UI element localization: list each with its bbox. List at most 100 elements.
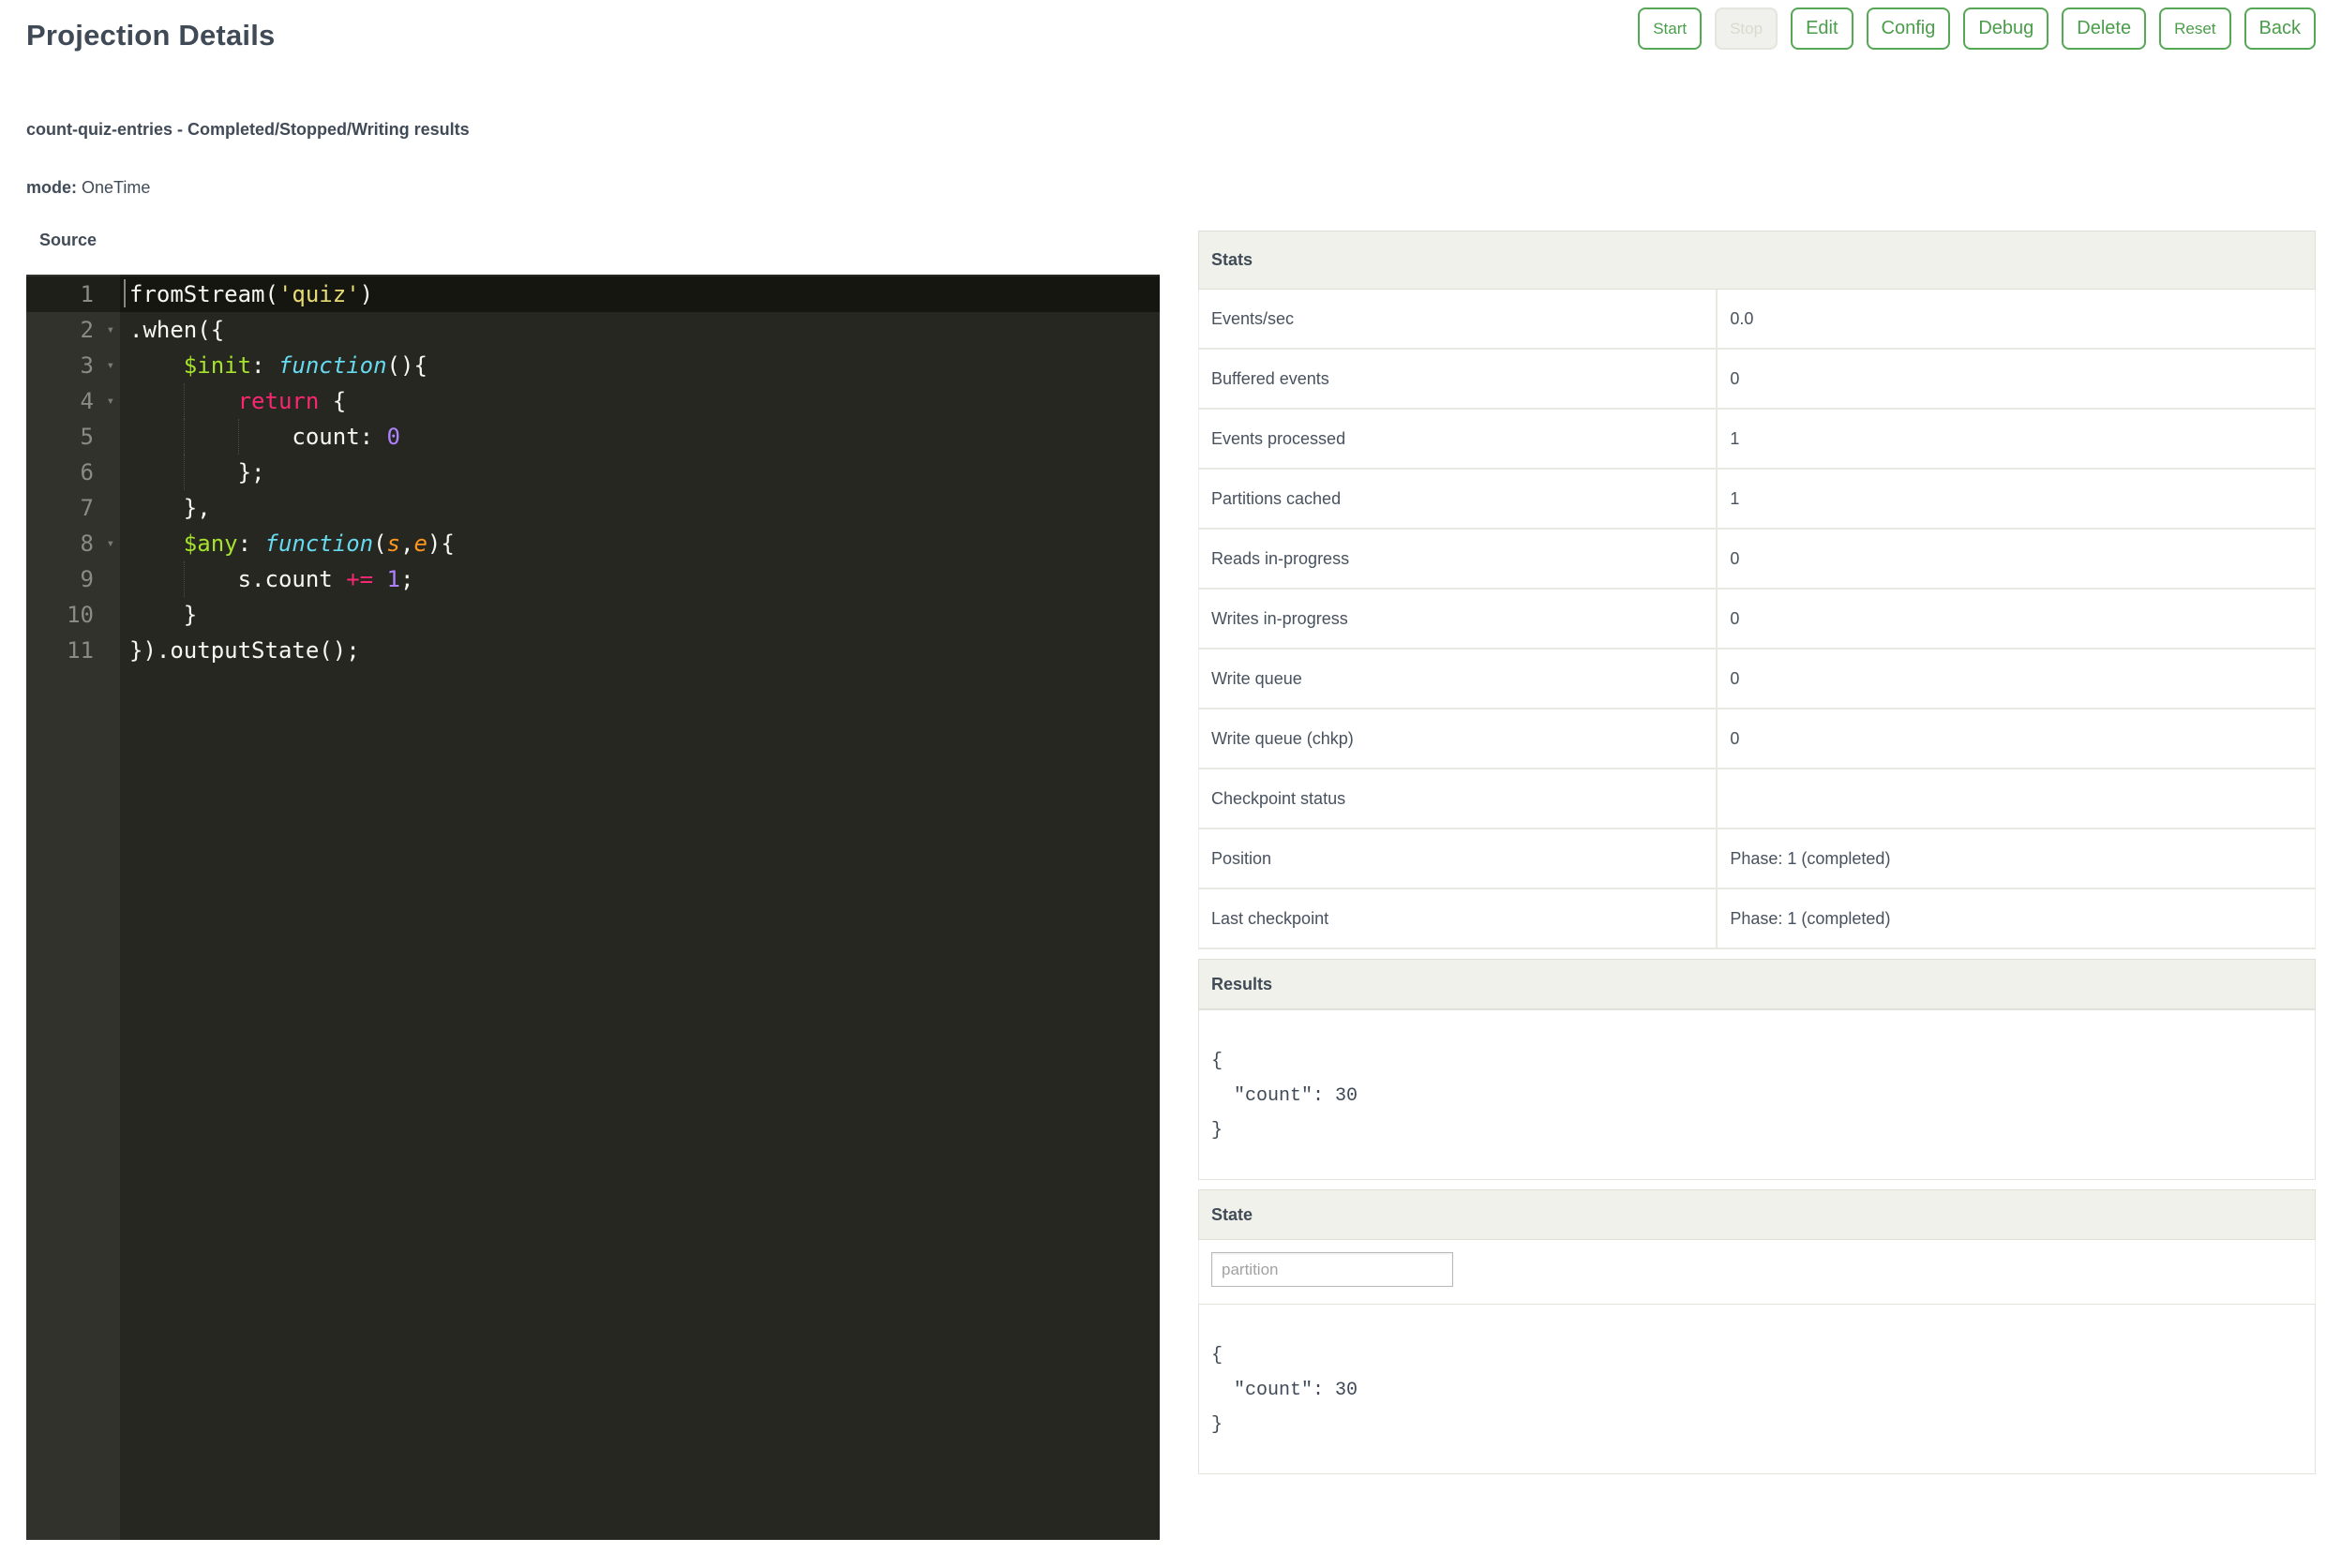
code-line-10: 10} — [26, 597, 1160, 633]
code-line-9: 9s.count += 1; — [26, 561, 1160, 597]
line-number: 8▾ — [26, 526, 120, 561]
line-number: 4▾ — [26, 383, 120, 419]
projection-name-status: count-quiz-entries - Completed/Stopped/W… — [26, 120, 2316, 140]
fold-toggle-icon[interactable]: ▾ — [107, 383, 114, 419]
mode-value: OneTime — [82, 178, 150, 197]
code-text: }, — [120, 490, 211, 526]
edit-button[interactable]: Edit — [1791, 7, 1853, 50]
stat-row: Writes in-progress0 — [1198, 590, 2316, 650]
stat-label: Events/sec — [1199, 290, 1718, 348]
indent-guide — [129, 419, 184, 455]
fold-toggle-icon[interactable]: ▾ — [107, 312, 114, 348]
stat-label: Events processed — [1199, 410, 1718, 468]
stat-label: Last checkpoint — [1199, 889, 1718, 948]
stat-value — [1718, 769, 1730, 828]
code-line-11: 11}).outputState(); — [26, 633, 1160, 668]
stat-value: 1 — [1718, 410, 1739, 468]
stat-value: 0 — [1718, 709, 1739, 768]
code-line-4: 4▾return { — [26, 383, 1160, 419]
state-title: State — [1211, 1205, 1253, 1225]
stat-row: Events processed1 — [1198, 410, 2316, 470]
results-section-header: Results — [1198, 959, 2316, 1009]
stat-value: 0 — [1718, 650, 1739, 708]
code-line-7: 7}, — [26, 490, 1160, 526]
stat-value: Phase: 1 (completed) — [1718, 889, 1890, 948]
config-button[interactable]: Config — [1867, 7, 1951, 50]
stat-row: Write queue (chkp)0 — [1198, 709, 2316, 769]
line-number: 11 — [26, 633, 120, 668]
source-code-editor[interactable]: 1fromStream('quiz')2▾.when({3▾$init: fun… — [26, 275, 1160, 1540]
start-button[interactable]: Start — [1638, 7, 1702, 50]
stat-label: Write queue — [1199, 650, 1718, 708]
code-line-2: 2▾.when({ — [26, 312, 1160, 348]
stat-row: PositionPhase: 1 (completed) — [1198, 829, 2316, 889]
line-number: 5 — [26, 419, 120, 455]
content-columns: Source 1fromStream('quiz')2▾.when({3▾$in… — [26, 231, 2316, 1540]
stat-value: 0 — [1718, 350, 1739, 408]
debug-button[interactable]: Debug — [1963, 7, 2048, 50]
top-bar: Projection Details Start Stop Edit Config De… — [26, 7, 2316, 52]
indent-guide — [184, 383, 238, 419]
text-cursor — [124, 279, 126, 307]
indent-guide — [129, 526, 184, 561]
state-section-header: State — [1198, 1189, 2316, 1240]
line-number: 3▾ — [26, 348, 120, 383]
stat-row: Write queue0 — [1198, 650, 2316, 709]
stat-value: 0.0 — [1718, 290, 1753, 348]
mode-line: mode: OneTime — [26, 178, 2316, 198]
code-text: .when({ — [120, 312, 224, 348]
line-number: 1 — [26, 276, 120, 312]
line-number: 7 — [26, 490, 120, 526]
back-button[interactable]: Back — [2244, 7, 2316, 50]
reset-button[interactable]: Reset — [2159, 7, 2230, 50]
delete-button[interactable]: Delete — [2062, 7, 2146, 50]
stat-row: Partitions cached1 — [1198, 470, 2316, 530]
stat-value: 0 — [1718, 530, 1739, 588]
code-line-6: 6}; — [26, 455, 1160, 490]
stat-label: Buffered events — [1199, 350, 1718, 408]
stats-section-header: Stats — [1198, 231, 2316, 290]
stat-row: Checkpoint status — [1198, 769, 2316, 829]
stat-label: Partitions cached — [1199, 470, 1718, 528]
code-line-5: 5count: 0 — [26, 419, 1160, 455]
page-title: Projection Details — [26, 19, 275, 52]
results-json-panel: { "count": 30 } — [1198, 1009, 2316, 1180]
stat-label: Write queue (chkp) — [1199, 709, 1718, 768]
stat-label: Position — [1199, 829, 1718, 888]
partition-row — [1198, 1240, 2316, 1304]
line-number: 2▾ — [26, 312, 120, 348]
partition-input[interactable] — [1211, 1252, 1453, 1287]
code-text: } — [120, 597, 197, 633]
mode-label: mode: — [26, 178, 77, 197]
fold-toggle-icon[interactable]: ▾ — [107, 526, 114, 561]
fold-toggle-icon[interactable]: ▾ — [107, 348, 114, 383]
stat-label: Reads in-progress — [1199, 530, 1718, 588]
action-button-row: Start Stop Edit Config Debug Delete Reset Back — [1638, 7, 2316, 50]
stat-value: Phase: 1 (completed) — [1718, 829, 1890, 888]
details-column: Stats Events/sec0.0Buffered events0Event… — [1198, 231, 2316, 1474]
code-text: $init: function(){ — [120, 348, 428, 383]
stat-row: Events/sec0.0 — [1198, 290, 2316, 350]
code-line-1: 1fromStream('quiz') — [26, 276, 1160, 312]
stat-label: Checkpoint status — [1199, 769, 1718, 828]
stat-row: Buffered events0 — [1198, 350, 2316, 410]
source-column: Source 1fromStream('quiz')2▾.when({3▾$in… — [26, 231, 1160, 1540]
code-text: }; — [120, 455, 265, 490]
stat-value: 1 — [1718, 470, 1739, 528]
stat-value: 0 — [1718, 590, 1739, 648]
indent-guide — [184, 419, 238, 455]
editor-code-lines: 1fromStream('quiz')2▾.when({3▾$init: fun… — [26, 275, 1160, 668]
results-title: Results — [1211, 975, 1272, 994]
indent-guide — [129, 348, 184, 383]
stat-row: Last checkpointPhase: 1 (completed) — [1198, 889, 2316, 949]
code-line-8: 8▾$any: function(s,e){ — [26, 526, 1160, 561]
stats-table: Events/sec0.0Buffered events0Events proc… — [1198, 290, 2316, 949]
code-text: }).outputState(); — [120, 633, 360, 668]
code-line-3: 3▾$init: function(){ — [26, 348, 1160, 383]
stats-title: Stats — [1211, 250, 1253, 270]
projection-details-page: Projection Details Start Stop Edit Config De… — [0, 0, 2326, 1568]
indent-guide — [129, 455, 184, 490]
indent-guide — [238, 419, 293, 455]
stop-button: Stop — [1715, 7, 1778, 50]
indent-guide — [129, 597, 184, 633]
